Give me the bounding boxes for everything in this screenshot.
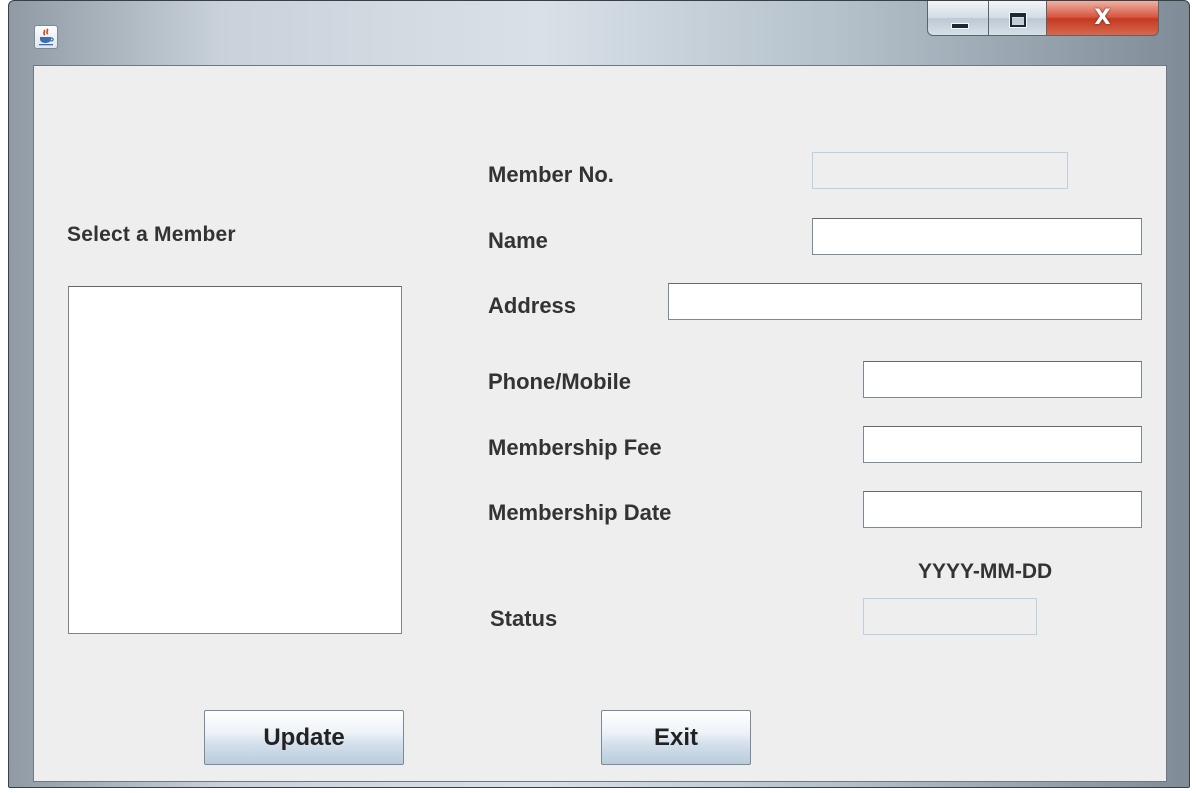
phone-field[interactable] (863, 361, 1142, 398)
exit-button[interactable]: Exit (601, 710, 751, 765)
membership-date-field[interactable] (863, 491, 1142, 528)
window-controls: X (927, 1, 1159, 37)
minimize-button[interactable] (927, 1, 989, 36)
minimize-icon (951, 23, 969, 29)
member-list[interactable] (68, 286, 402, 634)
member-no-field[interactable] (812, 152, 1068, 189)
close-button[interactable]: X (1047, 1, 1159, 36)
address-field[interactable] (668, 283, 1142, 320)
update-button[interactable]: Update (204, 710, 404, 765)
name-field[interactable] (812, 218, 1142, 255)
address-label: Address (488, 293, 577, 318)
java-cup-icon[interactable] (34, 25, 58, 49)
java-cup-glyph (39, 28, 54, 46)
status-field[interactable] (863, 598, 1037, 635)
main-panel: Select a Member Member No. Name Address … (33, 65, 1167, 782)
maximize-button[interactable] (989, 1, 1047, 36)
membership-fee-label: Membership Fee (488, 435, 662, 460)
member-no-label: Member No. (488, 162, 614, 187)
close-icon: X (1094, 5, 1111, 29)
title-bar[interactable]: X (9, 1, 1189, 61)
phone-label: Phone/Mobile (488, 369, 631, 394)
membership-date-label: Membership Date (488, 500, 672, 525)
name-label: Name (488, 228, 548, 253)
app-window: X Select a Member Member No. Name Addres… (8, 0, 1190, 788)
maximize-icon (1009, 12, 1027, 28)
select-member-label: Select a Member (67, 223, 236, 246)
membership-fee-field[interactable] (863, 426, 1142, 463)
date-format-hint: YYYY-MM-DD (918, 560, 1053, 583)
status-label: Status (490, 606, 558, 631)
